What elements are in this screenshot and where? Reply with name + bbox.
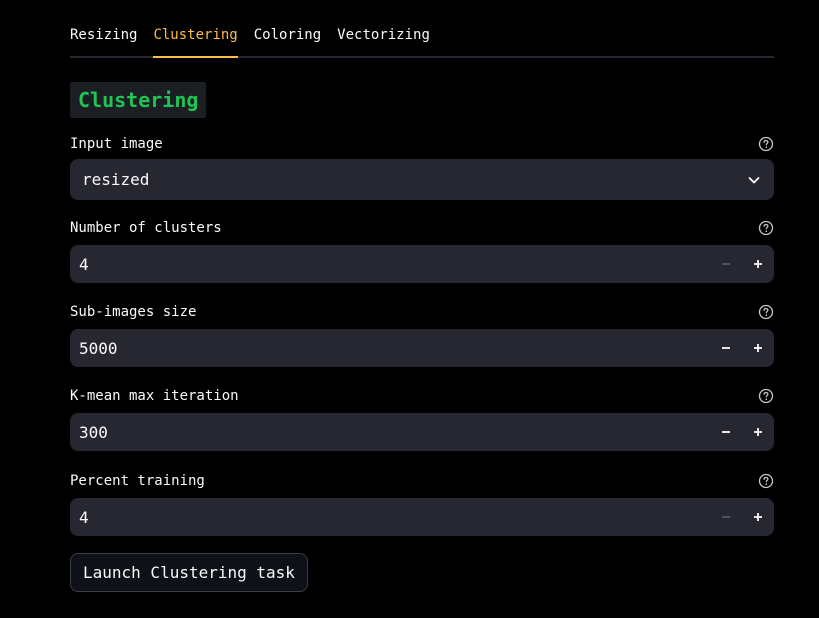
num-clusters-stepper — [70, 245, 774, 283]
tab-vectorizing[interactable]: Vectorizing — [337, 0, 430, 56]
sub-images-size-increment-button[interactable] — [742, 329, 774, 367]
num-clusters-label-row: Number of clusters — [70, 218, 774, 238]
sub-images-size-decrement-button[interactable] — [710, 329, 742, 367]
percent-training-increment-button[interactable] — [742, 498, 774, 536]
question-circle-icon[interactable] — [758, 304, 774, 320]
sub-images-size-field: Sub-images size — [70, 302, 774, 367]
main-content: Resizing Clustering Coloring Vectorizing… — [70, 0, 774, 592]
plus-icon — [754, 513, 762, 521]
input-image-label: Input image — [70, 136, 163, 152]
tab-coloring[interactable]: Coloring — [254, 0, 321, 56]
plus-icon — [754, 428, 762, 436]
kmean-max-iteration-label-row: K-mean max iteration — [70, 386, 774, 406]
minus-icon — [722, 516, 730, 518]
input-image-field: Input image resized — [70, 134, 774, 200]
sub-images-size-label-row: Sub-images size — [70, 302, 774, 322]
input-image-select[interactable]: resized — [70, 159, 774, 200]
launch-clustering-button[interactable]: Launch Clustering task — [70, 553, 308, 592]
num-clusters-label: Number of clusters — [70, 220, 222, 236]
plus-icon — [754, 260, 762, 268]
sub-images-size-input[interactable] — [70, 329, 710, 367]
percent-training-label-row: Percent training — [70, 471, 774, 491]
percent-training-stepper — [70, 498, 774, 536]
minus-icon — [722, 347, 730, 349]
minus-icon — [722, 431, 730, 433]
kmean-max-iteration-field: K-mean max iteration — [70, 386, 774, 451]
num-clusters-field: Number of clusters — [70, 218, 774, 283]
question-circle-icon[interactable] — [758, 388, 774, 404]
app-page: Resizing Clustering Coloring Vectorizing… — [0, 0, 819, 618]
sub-images-size-stepper — [70, 329, 774, 367]
percent-training-decrement-button[interactable] — [710, 498, 742, 536]
chevron-down-icon[interactable] — [746, 172, 762, 188]
kmean-max-iteration-stepper — [70, 413, 774, 451]
kmean-max-iteration-input[interactable] — [70, 413, 710, 451]
percent-training-label: Percent training — [70, 473, 205, 489]
input-image-selected-value: resized — [82, 170, 150, 189]
sub-images-size-label: Sub-images size — [70, 304, 197, 320]
tab-resizing[interactable]: Resizing — [70, 0, 137, 56]
kmean-max-iteration-label: K-mean max iteration — [70, 388, 239, 404]
percent-training-field: Percent training — [70, 471, 774, 536]
percent-training-input[interactable] — [70, 498, 710, 536]
kmean-max-iteration-decrement-button[interactable] — [710, 413, 742, 451]
kmean-max-iteration-increment-button[interactable] — [742, 413, 774, 451]
tab-clustering[interactable]: Clustering — [153, 0, 239, 58]
section-heading: Clustering — [70, 82, 207, 118]
question-circle-icon[interactable] — [758, 220, 774, 236]
num-clusters-increment-button[interactable] — [742, 245, 774, 283]
question-circle-icon[interactable] — [758, 136, 774, 152]
tab-bar: Resizing Clustering Coloring Vectorizing — [70, 0, 774, 58]
num-clusters-input[interactable] — [70, 245, 710, 283]
num-clusters-decrement-button[interactable] — [710, 245, 742, 283]
section-heading-wrap: Clustering — [70, 82, 207, 118]
plus-icon — [754, 344, 762, 352]
minus-icon — [722, 263, 730, 265]
input-image-label-row: Input image — [70, 134, 774, 154]
question-circle-icon[interactable] — [758, 473, 774, 489]
